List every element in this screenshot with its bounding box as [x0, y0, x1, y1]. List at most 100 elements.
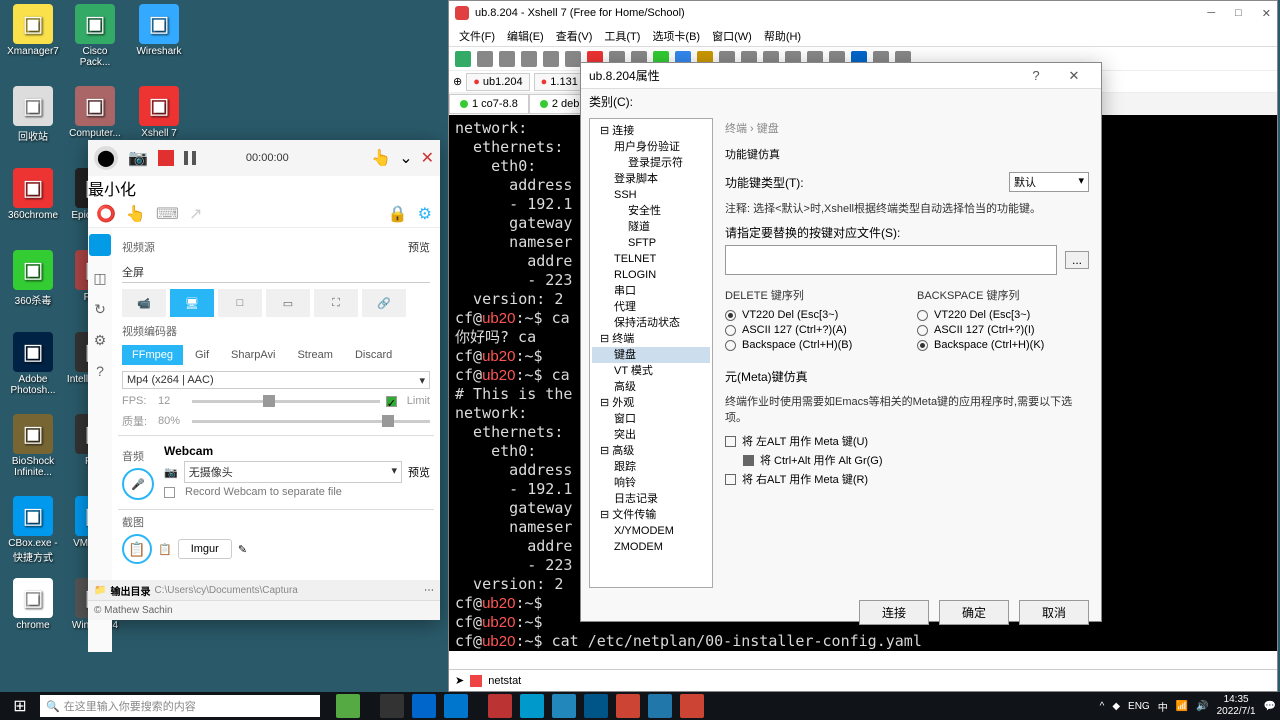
menu-item[interactable]: 编辑(E) — [503, 26, 548, 46]
copy-button[interactable]: 📋 — [122, 534, 152, 564]
search-input[interactable]: 🔍 在这里输入你要搜索的内容 — [40, 695, 320, 717]
crop-icon[interactable]: ◫ — [93, 270, 106, 287]
desktop-icon[interactable]: ▣回收站 — [4, 86, 62, 143]
encoder-select[interactable]: Mp4 (x264 | AAC) — [122, 371, 430, 389]
dialog-titlebar[interactable]: ub.8.204属性 ? ✕ — [581, 63, 1101, 89]
webcam-select[interactable]: 无摄像头 — [184, 461, 402, 483]
desktop-icon[interactable]: ▣Cisco Pack... — [66, 4, 124, 68]
encoder-tab[interactable]: SharpAvi — [221, 345, 285, 365]
taskbar-app[interactable] — [584, 694, 608, 718]
tray-ime-icon[interactable]: 中 — [1158, 699, 1168, 714]
folder-icon[interactable]: 📁 — [94, 585, 106, 596]
toolbar-icon[interactable] — [521, 51, 537, 67]
taskbar-app[interactable] — [680, 694, 704, 718]
encoder-tab[interactable]: Discard — [345, 345, 402, 365]
tree-node[interactable]: 登录脚本 — [592, 171, 710, 187]
quality-slider[interactable] — [192, 420, 430, 423]
menu-item[interactable]: 窗口(W) — [708, 26, 756, 46]
add-icon[interactable]: ⊕ — [453, 75, 462, 88]
more-icon[interactable]: ⋯ — [424, 585, 434, 596]
tree-node[interactable]: 日志记录 — [592, 491, 710, 507]
pause-button[interactable] — [184, 151, 196, 165]
browse-button[interactable]: ... — [1065, 251, 1089, 269]
radio-option[interactable]: VT220 Del (Esc[3~) — [917, 309, 1089, 321]
tree-node[interactable]: SSH — [592, 187, 710, 203]
imgur-button[interactable]: Imgur — [178, 539, 232, 559]
maximize-button[interactable]: □ — [1235, 7, 1242, 20]
funckey-type-select[interactable]: 默认 — [1009, 172, 1089, 192]
start-button[interactable]: ⊞ — [0, 692, 40, 720]
tray-volume-icon[interactable]: 🔊 — [1196, 701, 1208, 712]
tray-notify-icon[interactable]: 💬 — [1264, 701, 1276, 712]
session-tab[interactable]: ●ub1.204 — [466, 73, 529, 91]
preview-button[interactable]: 预览 — [408, 239, 430, 255]
tree-node[interactable]: ⊟ 终端 — [592, 331, 710, 347]
radio-option[interactable]: ASCII 127 (Ctrl+?)(I) — [917, 324, 1089, 336]
tree-node[interactable]: 窗口 — [592, 411, 710, 427]
close-icon[interactable]: ✕ — [421, 148, 434, 168]
toolbar-icon[interactable] — [477, 51, 493, 67]
tree-node[interactable]: ⊟ 连接 — [592, 123, 710, 139]
tree-node[interactable]: 串口 — [592, 283, 710, 299]
encoder-tab[interactable]: FFmpeg — [122, 345, 183, 365]
toolbar-icon[interactable] — [565, 51, 581, 67]
checkbox-option[interactable]: 将 左ALT 用作 Meta 键(U) — [725, 433, 1089, 449]
tree-node[interactable]: 登录提示符 — [592, 155, 710, 171]
tree-node[interactable]: 键盘 — [592, 347, 710, 363]
tree-node[interactable]: 安全性 — [592, 203, 710, 219]
desktop-icon[interactable]: ▣Computer... — [66, 86, 124, 139]
menu-item[interactable]: 选项卡(B) — [648, 26, 704, 46]
tray-app-icon[interactable]: ◆ — [1112, 701, 1120, 712]
desktop-icon[interactable]: ▣chrome — [4, 578, 62, 631]
tree-node[interactable]: RLOGIN — [592, 267, 710, 283]
settings-icon[interactable]: ⚙ — [94, 332, 107, 349]
menu-item[interactable]: 文件(F) — [455, 26, 499, 46]
close-button[interactable]: ✕ — [1262, 7, 1271, 20]
checkbox-option[interactable]: 将 右ALT 用作 Meta 键(R) — [725, 471, 1089, 487]
mic-button[interactable]: 🎤 — [122, 468, 154, 500]
mode-link[interactable]: 🔗 — [362, 289, 406, 317]
mode-region[interactable]: ▭ — [266, 289, 310, 317]
taskbar-app[interactable] — [552, 694, 576, 718]
cancel-button[interactable]: 取消 — [1019, 600, 1089, 625]
tree-node[interactable]: ⊟ 高级 — [592, 443, 710, 459]
source-value[interactable]: 全屏 — [122, 262, 430, 283]
toolbar-icon[interactable] — [499, 51, 515, 67]
file-tab[interactable]: 1 co7-8.8 — [449, 94, 529, 114]
taskbar-app[interactable] — [412, 694, 436, 718]
desktop-icon[interactable]: ▣360chrome — [4, 168, 62, 221]
mode-camera[interactable]: 📹 — [122, 289, 166, 317]
minimize-button[interactable]: ─ — [1207, 7, 1215, 20]
tray-wifi-icon[interactable]: 📶 — [1176, 701, 1188, 712]
menu-item[interactable]: 查看(V) — [552, 26, 597, 46]
encoder-tab[interactable]: Stream — [287, 345, 342, 365]
tree-node[interactable]: TELNET — [592, 251, 710, 267]
tree-node[interactable]: 保持活动状态 — [592, 315, 710, 331]
region-icon[interactable]: ⭕ — [96, 204, 116, 224]
desktop-icon[interactable]: ▣Adobe Photosh... — [4, 332, 62, 396]
taskbar-app[interactable] — [648, 694, 672, 718]
encoder-tab[interactable]: Gif — [185, 345, 219, 365]
output-path[interactable]: C:\Users\cy\Documents\Captura — [154, 585, 297, 596]
gear-icon[interactable]: ⚙ — [418, 204, 432, 224]
tree-node[interactable]: VT 模式 — [592, 363, 710, 379]
xshell-titlebar[interactable]: ub.8.204 - Xshell 7 (Free for Home/Schoo… — [449, 1, 1277, 25]
history-icon[interactable]: ↻ — [94, 301, 106, 318]
desktop-icon[interactable]: ▣360杀毒 — [4, 250, 62, 307]
webcam-preview-button[interactable]: 预览 — [408, 464, 430, 480]
tray-chevron-icon[interactable]: ^ — [1100, 701, 1105, 712]
lock-icon[interactable]: 🔒 — [388, 204, 408, 224]
mode-window[interactable]: □ — [218, 289, 262, 317]
tree-node[interactable]: X/YMODEM — [592, 523, 710, 539]
sidebar-main[interactable] — [89, 234, 111, 256]
tree-node[interactable]: 隧道 — [592, 219, 710, 235]
desktop-icon[interactable]: ▣Wireshark — [130, 4, 188, 57]
radio-option[interactable]: VT220 Del (Esc[3~) — [725, 309, 897, 321]
tree-node[interactable]: ⊟ 外观 — [592, 395, 710, 411]
taskbar-app[interactable] — [336, 694, 360, 718]
menu-item[interactable]: 工具(T) — [600, 26, 644, 46]
radio-option[interactable]: ASCII 127 (Ctrl+?)(A) — [725, 324, 897, 336]
toolbar-icon[interactable] — [455, 51, 471, 67]
taskbar-app[interactable] — [380, 694, 404, 718]
tree-node[interactable]: 响铃 — [592, 475, 710, 491]
